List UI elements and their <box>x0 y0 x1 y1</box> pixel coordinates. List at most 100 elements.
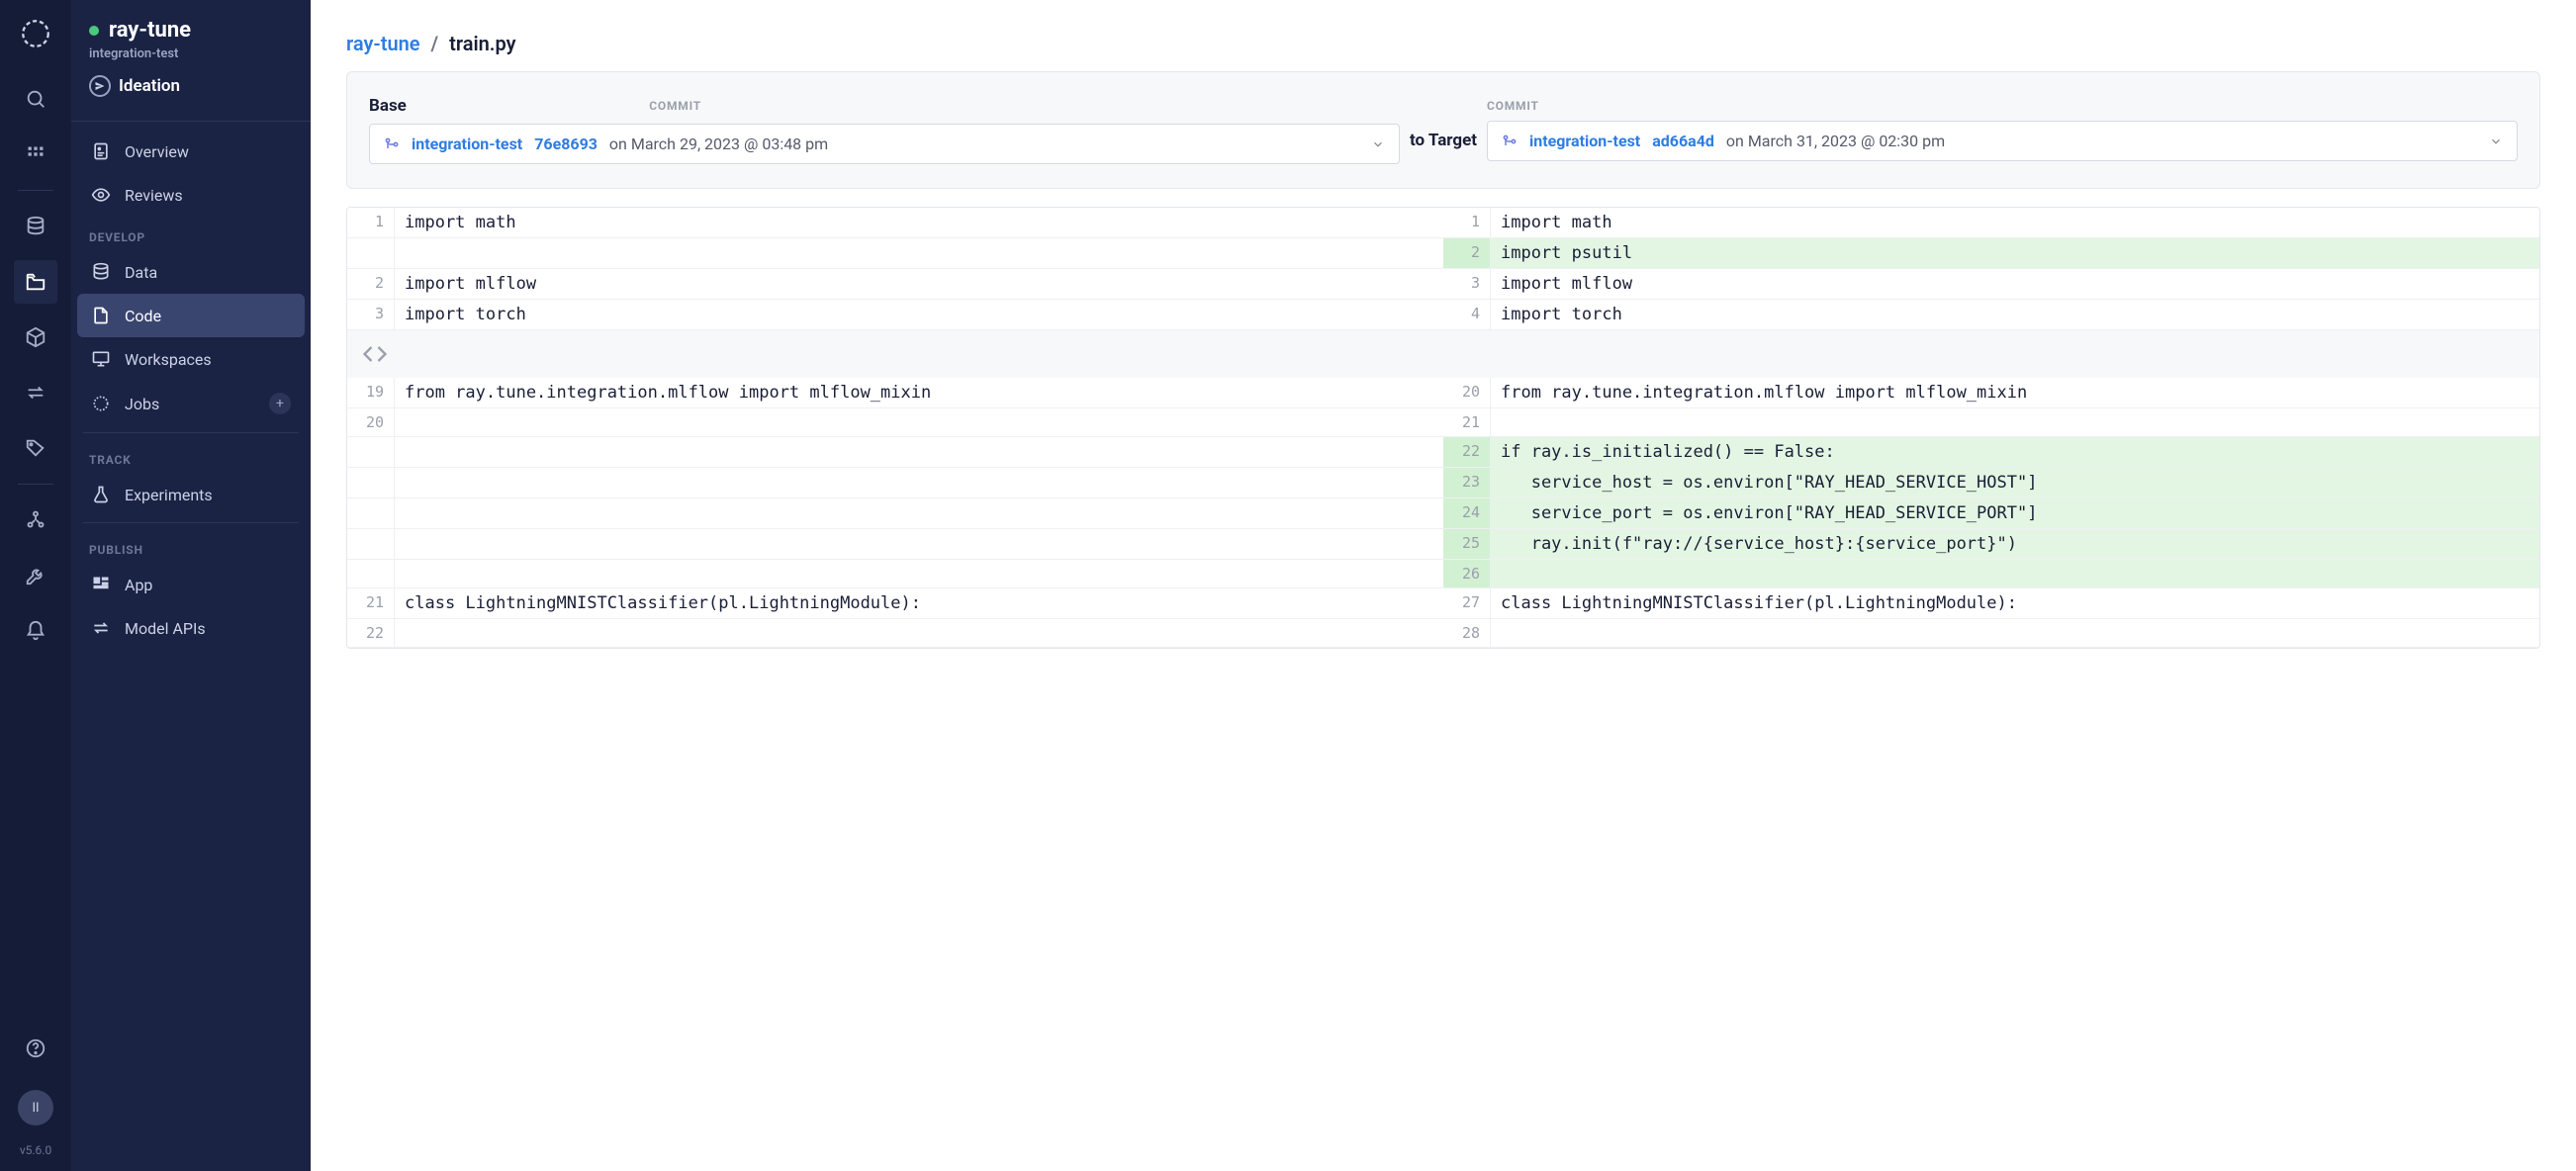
line-number-right: 23 <box>1443 468 1491 497</box>
sidebar-item-label: Overview <box>125 142 189 161</box>
target-branch: integration-test <box>1529 132 1640 150</box>
sidebar-item-label: Experiments <box>125 486 213 504</box>
cluster-icon[interactable] <box>14 498 57 542</box>
line-number-left: 20 <box>347 408 395 436</box>
line-number-left: 19 <box>347 378 395 407</box>
sidebar-item-experiments[interactable]: Experiments <box>77 473 305 516</box>
code-left <box>395 468 1443 497</box>
help-icon[interactable] <box>14 1027 57 1070</box>
database-icon <box>91 262 111 282</box>
sidebar-item-overview[interactable]: Overview <box>77 130 305 173</box>
sidebar-item-code[interactable]: Code <box>77 294 305 337</box>
code-right <box>1491 619 2539 647</box>
database-icon[interactable] <box>14 205 57 248</box>
code-left <box>395 238 1443 268</box>
diff-row: 22if ray.is_initialized() == False: <box>347 437 2539 468</box>
base-label: Base <box>369 96 407 116</box>
code-left <box>395 437 1443 467</box>
project-sidebar: ray-tune integration-test Ideation Overv… <box>71 0 311 1171</box>
sidebar-item-data[interactable]: Data <box>77 250 305 294</box>
code-right: ray.init(f"ray://{service_host}:{service… <box>1491 529 2539 559</box>
code-left <box>395 560 1443 587</box>
sidebar-item-label: App <box>125 576 152 594</box>
sidebar-item-label: Workspaces <box>125 350 212 369</box>
diff-row: 24 service_port = os.environ["RAY_HEAD_S… <box>347 498 2539 529</box>
line-number-right: 27 <box>1443 588 1491 618</box>
diff-row: 21 class LightningMNISTClassifier(pl.Ligh… <box>347 588 2539 619</box>
to-target-label: to Target <box>1410 111 1477 150</box>
section-track-label: TRACK <box>77 439 305 473</box>
user-avatar[interactable]: II <box>18 1090 53 1126</box>
cube-icon[interactable] <box>14 315 57 359</box>
code-left: import math <box>395 208 1443 237</box>
eye-icon <box>91 185 111 205</box>
line-number-right: 2 <box>1443 238 1491 268</box>
line-number-right: 21 <box>1443 408 1491 436</box>
stage-badge-icon <box>89 75 111 97</box>
add-job-button[interactable]: + <box>269 393 291 414</box>
app-icon <box>91 575 111 594</box>
sidebar-item-workspaces[interactable]: Workspaces <box>77 337 305 381</box>
code-left <box>395 529 1443 559</box>
target-commit-select[interactable]: integration-test ad66a4d on March 31, 20… <box>1487 121 2518 161</box>
monitor-icon <box>91 349 111 369</box>
base-hash: 76e8693 <box>534 135 598 153</box>
base-commit-select[interactable]: integration-test 76e8693 on March 29, 20… <box>369 124 1400 164</box>
diff-row: 2021 <box>347 408 2539 437</box>
line-number-right: 3 <box>1443 269 1491 299</box>
search-icon[interactable] <box>14 77 57 121</box>
sidebar-item-reviews[interactable]: Reviews <box>77 173 305 217</box>
branch-icon <box>1502 134 1518 149</box>
apps-grid-icon[interactable] <box>14 133 57 176</box>
sidebar-item-label: Data <box>125 263 157 282</box>
transfer-icon[interactable] <box>14 371 57 414</box>
code-right: import psutil <box>1491 238 2539 268</box>
transfer-icon <box>91 618 111 638</box>
diff-row: 3import torch4import torch <box>347 300 2539 330</box>
chevron-down-icon <box>1371 137 1385 151</box>
tag-icon[interactable] <box>14 426 57 470</box>
line-number-left: 3 <box>347 300 395 329</box>
code-right: import mlflow <box>1491 269 2539 299</box>
target-date: on March 31, 2023 @ 02:30 pm <box>1726 132 1945 150</box>
line-number-left <box>347 437 395 467</box>
folder-open-icon[interactable] <box>14 260 57 304</box>
diff-row: 1import math1import math <box>347 208 2539 238</box>
line-number-right: 25 <box>1443 529 1491 559</box>
sidebar-item-app[interactable]: App <box>77 563 305 606</box>
code-right: service_host = os.environ["RAY_HEAD_SERV… <box>1491 468 2539 497</box>
sidebar-item-model-apis[interactable]: Model APIs <box>77 606 305 650</box>
line-number-left: 2 <box>347 269 395 299</box>
diff-row: 26 <box>347 560 2539 588</box>
line-number-left <box>347 238 395 268</box>
code-left <box>395 408 1443 436</box>
code-left <box>395 498 1443 528</box>
commit-label: COMMIT <box>649 99 701 113</box>
line-number-right: 20 <box>1443 378 1491 407</box>
diff-collapsed-section[interactable] <box>347 330 2539 378</box>
sidebar-item-jobs[interactable]: Jobs + <box>77 381 305 426</box>
line-number-right: 22 <box>1443 437 1491 467</box>
code-right: class LightningMNISTClassifier(pl.Lightn… <box>1491 588 2539 618</box>
project-stage[interactable]: Ideation <box>89 75 293 97</box>
diff-row: 2import mlflow3import mlflow <box>347 269 2539 300</box>
line-number-left <box>347 468 395 497</box>
code-right: import math <box>1491 208 2539 237</box>
flask-icon <box>91 485 111 504</box>
line-number-right: 4 <box>1443 300 1491 329</box>
sidebar-item-label: Jobs <box>125 395 159 413</box>
code-left: import torch <box>395 300 1443 329</box>
bell-icon[interactable] <box>14 609 57 653</box>
version-label: v5.6.0 <box>20 1143 51 1157</box>
status-dot-icon <box>89 26 99 36</box>
line-number-right: 24 <box>1443 498 1491 528</box>
compare-bar: Base COMMIT integration-test 76e8693 on … <box>346 71 2540 189</box>
section-develop-label: DEVELOP <box>77 217 305 250</box>
app-logo[interactable] <box>16 14 55 53</box>
wrench-icon[interactable] <box>14 554 57 597</box>
breadcrumb-file: train.py <box>449 32 515 55</box>
breadcrumb-project-link[interactable]: ray-tune <box>346 32 420 55</box>
sidebar-item-label: Code <box>125 307 161 325</box>
line-number-right: 28 <box>1443 619 1491 647</box>
line-number-left: 21 <box>347 588 395 618</box>
